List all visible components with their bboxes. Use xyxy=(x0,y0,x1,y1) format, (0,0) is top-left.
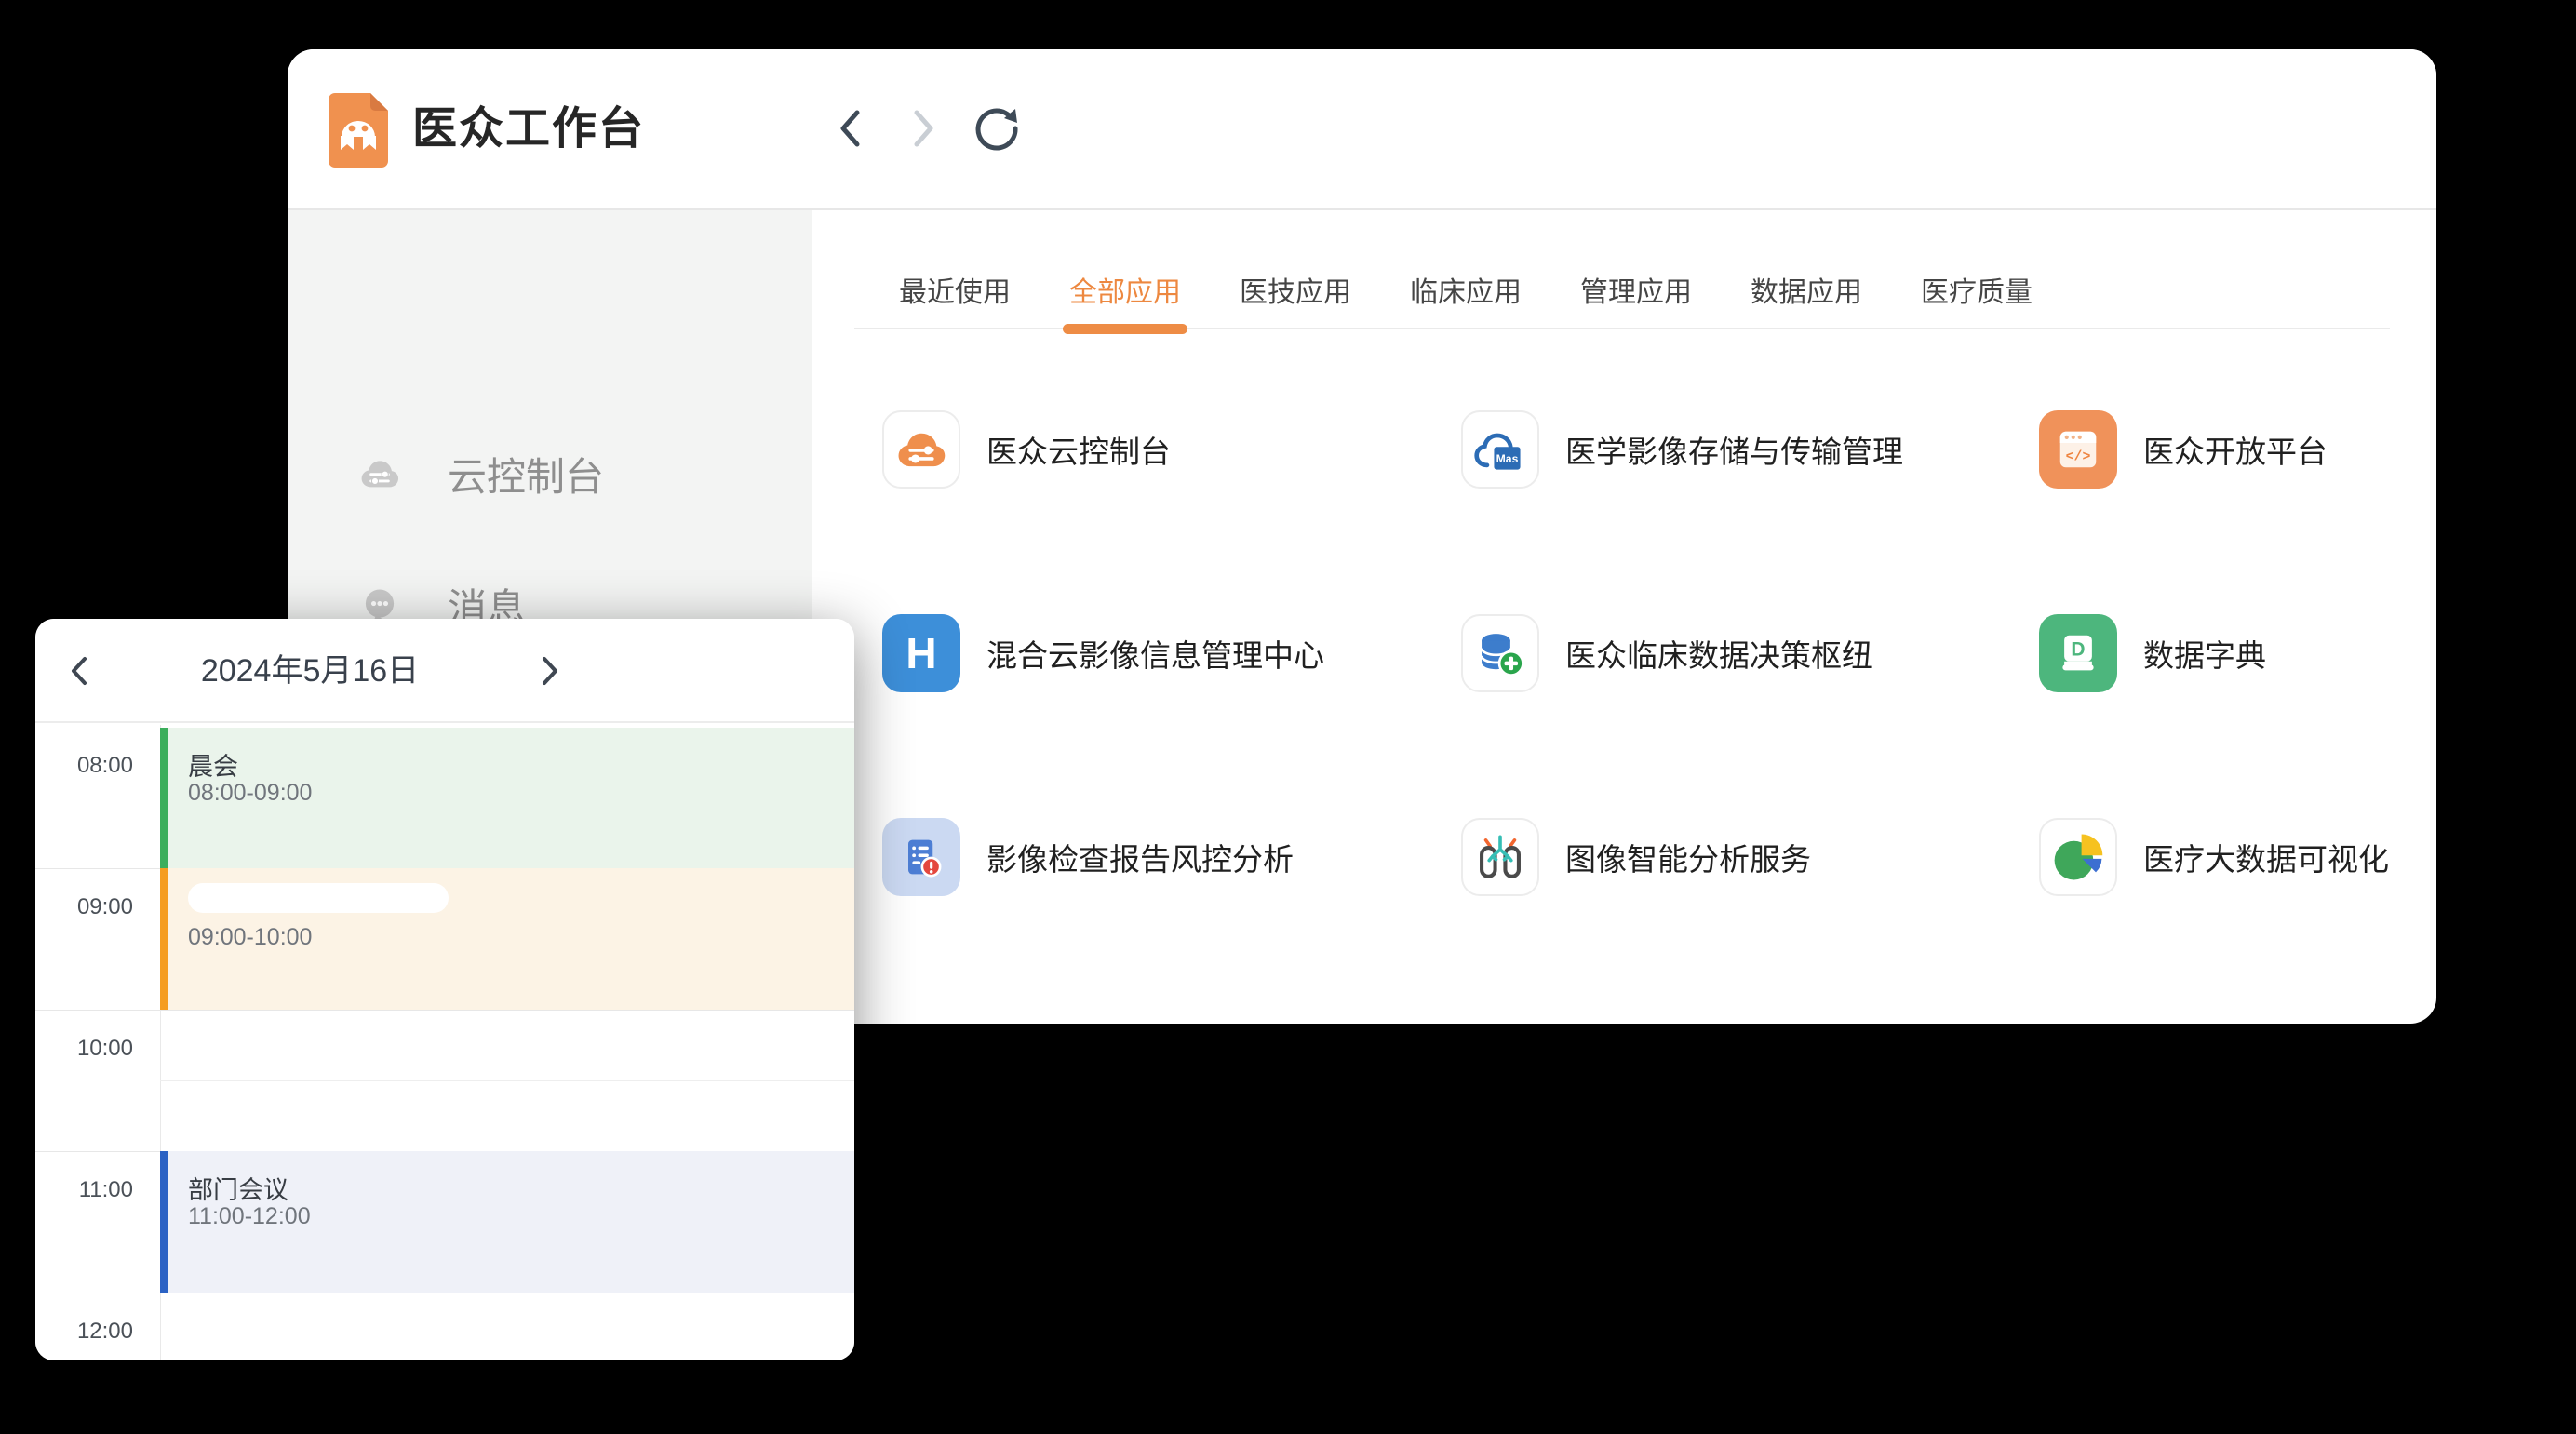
event-title: 晨会 xyxy=(188,746,238,783)
chevron-left-icon xyxy=(836,106,864,151)
sidebar-item-cloud-console[interactable]: 云控制台 xyxy=(288,429,812,518)
app-label: 数据字典 xyxy=(2143,631,2266,676)
calendar-day-grid: 08:00 09:00 10:00 11:00 12:00 晨会 08:00-0… xyxy=(35,725,854,1360)
data-dictionary-book-icon: D xyxy=(2039,614,2117,692)
hour-gridline xyxy=(35,1010,854,1011)
refresh-button[interactable] xyxy=(973,104,1021,153)
app-label: 混合云影像信息管理中心 xyxy=(986,631,1324,676)
calendar-event-redacted[interactable]: 09:00-10:00 xyxy=(160,868,854,1010)
calendar-date-label: 2024年5月16日 xyxy=(147,648,473,694)
clinical-database-icon xyxy=(1461,614,1539,692)
cloud-console-icon xyxy=(882,410,960,489)
app-label: 医疗大数据可视化 xyxy=(2143,835,2389,879)
app-tile-image-ai-service[interactable]: 图像智能分析服务 xyxy=(1461,818,1811,896)
app-tile-image-storage[interactable]: Mas 医学影像存储与传输管理 xyxy=(1461,410,1903,489)
calendar-header: 2024年5月16日 xyxy=(35,619,854,723)
half-hour-gridline xyxy=(160,1080,854,1081)
app-logo-icon xyxy=(329,93,388,168)
time-label: 12:00 xyxy=(35,1319,133,1345)
lungs-ai-icon xyxy=(1461,818,1539,896)
forward-button[interactable] xyxy=(900,104,948,153)
mas-cloud-icon: Mas xyxy=(1461,410,1539,489)
chevron-right-icon xyxy=(540,655,560,687)
calendar-event-morning-meeting[interactable]: 晨会 08:00-09:00 xyxy=(160,728,854,868)
app-label: 图像智能分析服务 xyxy=(1565,835,1811,879)
app-title: 医众工作台 xyxy=(412,101,645,157)
back-button[interactable] xyxy=(825,104,874,153)
app-tile-cloud-console[interactable]: 医众云控制台 xyxy=(882,410,1171,489)
app-tile-data-dictionary[interactable]: D 数据字典 xyxy=(2039,614,2266,692)
app-tile-bigdata-visualization[interactable]: 医疗大数据可视化 xyxy=(2039,818,2389,896)
event-time: 09:00-10:00 xyxy=(188,924,312,951)
open-platform-code-icon: </> xyxy=(2039,410,2117,489)
report-risk-alert-icon xyxy=(882,818,960,896)
app-tile-clinical-data-hub[interactable]: 医众临床数据决策枢纽 xyxy=(1461,614,1872,692)
pie-chart-icon xyxy=(2039,818,2117,896)
calendar-prev-button[interactable] xyxy=(56,648,102,694)
tab-quality[interactable]: 医疗质量 xyxy=(1921,250,2033,328)
app-tile-hybrid-cloud-center[interactable]: H 混合云影像信息管理中心 xyxy=(882,614,1324,692)
calendar-event-department-meeting[interactable]: 部门会议 11:00-12:00 xyxy=(160,1151,854,1293)
app-label: 影像检查报告风控分析 xyxy=(986,835,1294,879)
app-label: 医众临床数据决策枢纽 xyxy=(1565,631,1872,676)
chevron-left-icon xyxy=(69,655,89,687)
tab-bar: 最近使用 全部应用 医技应用 临床应用 管理应用 数据应用 医疗质量 xyxy=(812,250,2436,328)
event-time: 11:00-12:00 xyxy=(188,1203,311,1230)
tab-medtech-apps[interactable]: 医技应用 xyxy=(1240,250,1351,328)
sidebar-item-label: 云控制台 xyxy=(448,446,604,503)
chevron-right-icon xyxy=(910,106,938,151)
app-label: 医众云控制台 xyxy=(986,427,1171,472)
app-tile-open-platform[interactable]: </> 医众开放平台 xyxy=(2039,410,2328,489)
time-label: 09:00 xyxy=(35,894,133,920)
time-label: 08:00 xyxy=(35,753,133,779)
time-label: 10:00 xyxy=(35,1036,133,1062)
redacted-title-pill xyxy=(188,883,449,913)
tab-admin-apps[interactable]: 管理应用 xyxy=(1580,250,1692,328)
app-label: 医学影像存储与传输管理 xyxy=(1565,427,1903,472)
calendar-next-button[interactable] xyxy=(527,648,573,694)
cloud-settings-icon xyxy=(358,452,401,495)
tab-recent[interactable]: 最近使用 xyxy=(899,250,1011,328)
svg-text:D: D xyxy=(2071,639,2085,661)
event-time: 08:00-09:00 xyxy=(188,780,312,807)
app-label: 医众开放平台 xyxy=(2143,427,2328,472)
desktop-background: 医众工作台 xyxy=(0,0,2576,1434)
window-header: 医众工作台 xyxy=(288,49,2436,210)
calendar-panel: 2024年5月16日 08:00 09:00 10:00 11:00 12:00… xyxy=(35,619,854,1360)
event-title: 部门会议 xyxy=(188,1170,288,1206)
refresh-icon xyxy=(973,105,1020,152)
hybrid-cloud-h-icon: H xyxy=(882,614,960,692)
svg-text:Mas: Mas xyxy=(1496,452,1519,465)
time-label: 11:00 xyxy=(35,1177,133,1203)
tab-data-apps[interactable]: 数据应用 xyxy=(1751,250,1862,328)
app-tile-report-risk-analysis[interactable]: 影像检查报告风控分析 xyxy=(882,818,1294,896)
tab-all-apps[interactable]: 全部应用 xyxy=(1069,250,1181,328)
tab-clinical-apps[interactable]: 临床应用 xyxy=(1410,250,1522,328)
svg-text:</>: </> xyxy=(2066,449,2091,464)
